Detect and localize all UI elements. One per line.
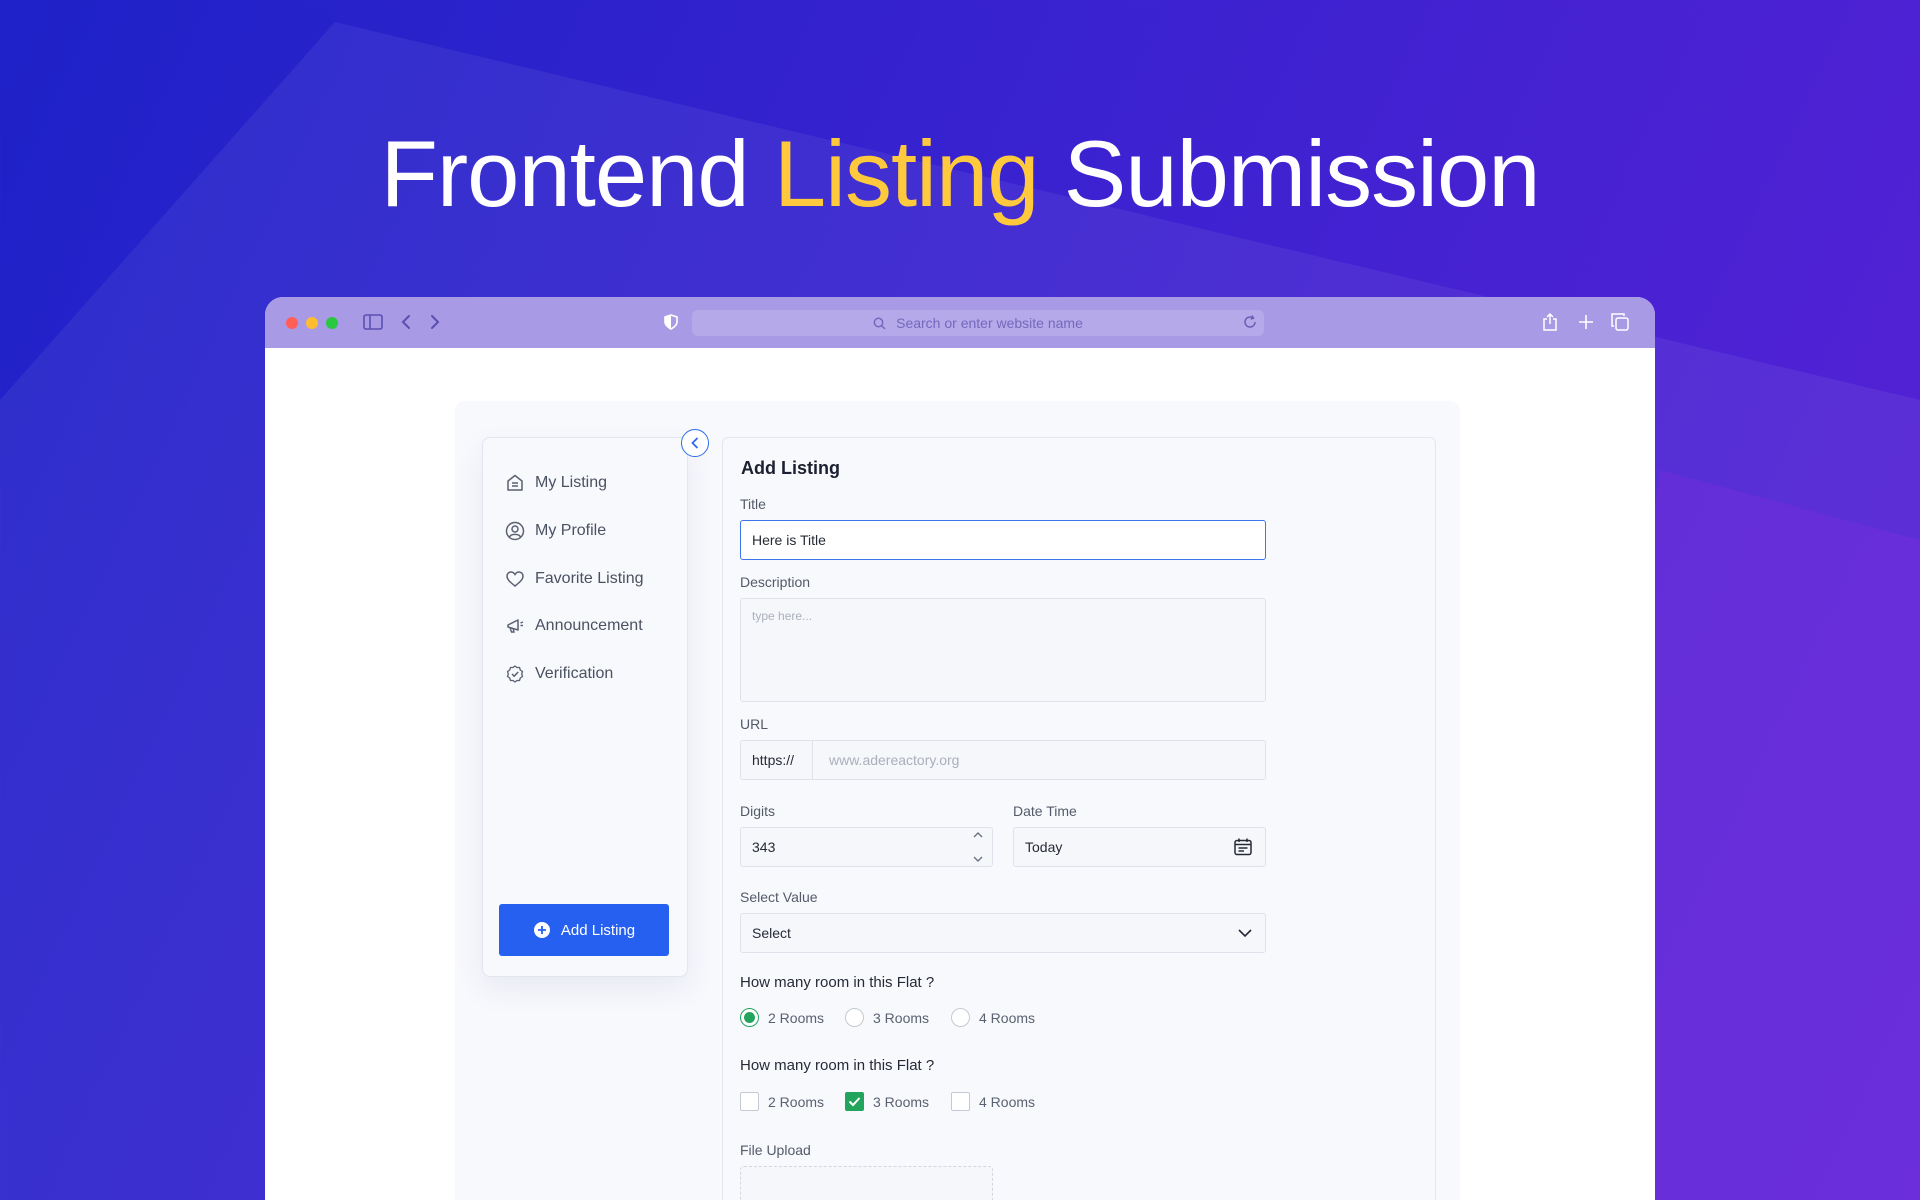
sidebar-item-favorite-listing[interactable]: Favorite Listing	[505, 569, 644, 589]
add-listing-label: Add Listing	[560, 921, 636, 939]
checkbox-label: 4 Rooms	[979, 1093, 1036, 1110]
headline-prefix: Frontend	[380, 121, 749, 226]
page-headline: Frontend Listing Submission	[0, 120, 1920, 228]
datetime-value: Today	[1025, 839, 1063, 855]
radio-label: 2 Rooms	[768, 1009, 825, 1026]
form-title: Add Listing	[741, 458, 840, 478]
headline-suffix: Submission	[1063, 121, 1541, 226]
sidebar: My Listing My Profile Favorite Listing A…	[482, 429, 709, 977]
reload-icon[interactable]	[1242, 314, 1258, 330]
new-tab-icon[interactable]	[1575, 311, 1597, 333]
maximize-window-button[interactable]	[326, 317, 338, 329]
url-prefix: https://	[741, 741, 813, 779]
add-listing-button[interactable]: Add Listing	[499, 904, 669, 956]
search-icon	[873, 317, 886, 330]
file-upload-label: File Upload	[740, 1142, 811, 1158]
file-upload-dropzone[interactable]	[740, 1166, 993, 1200]
radio-label: 3 Rooms	[873, 1009, 930, 1026]
checkbox-option-4-rooms[interactable]: 4 Rooms	[951, 1092, 1035, 1111]
radio-button[interactable]	[845, 1008, 864, 1027]
browser-window: Search or enter website name My Listing …	[265, 297, 1655, 1200]
megaphone-icon	[505, 616, 525, 636]
datetime-label: Date Time	[1013, 803, 1077, 819]
radio-button-selected[interactable]	[740, 1008, 759, 1027]
url-input[interactable]: www.adereactory.org	[829, 741, 959, 779]
checkbox-option-3-rooms[interactable]: 3 Rooms	[845, 1092, 929, 1111]
title-input[interactable]: Here is Title	[740, 520, 1266, 560]
dashboard-panel: My Listing My Profile Favorite Listing A…	[455, 401, 1460, 1200]
description-textarea[interactable]: type here...	[740, 598, 1266, 702]
sidebar-item-my-listing[interactable]: My Listing	[505, 473, 607, 493]
headline-accent: Listing	[773, 121, 1040, 226]
sidebar-item-announcement[interactable]: Announcement	[505, 616, 643, 636]
sidebar-item-my-profile[interactable]: My Profile	[505, 521, 606, 541]
back-icon[interactable]	[395, 311, 417, 333]
calendar-icon[interactable]	[1233, 837, 1253, 857]
radio-option-3-rooms[interactable]: 3 Rooms	[845, 1008, 929, 1027]
checkbox[interactable]	[740, 1092, 759, 1111]
radio-button[interactable]	[951, 1008, 970, 1027]
sidebar-item-label: My Listing	[535, 474, 608, 491]
shield-icon	[660, 311, 682, 333]
close-window-button[interactable]	[286, 317, 298, 329]
radio-option-2-rooms[interactable]: 2 Rooms	[740, 1008, 824, 1027]
sidebar-item-verification[interactable]: Verification	[505, 664, 613, 684]
select-value: Select	[752, 925, 791, 941]
radio-option-4-rooms[interactable]: 4 Rooms	[951, 1008, 1035, 1027]
digits-label: Digits	[740, 803, 776, 819]
url-label: URL	[740, 716, 769, 732]
title-input-value: Here is Title	[752, 532, 826, 548]
checkbox-option-2-rooms[interactable]: 2 Rooms	[740, 1092, 824, 1111]
plus-circle-icon	[533, 921, 551, 939]
share-icon[interactable]	[1539, 311, 1561, 333]
checkbox-checked[interactable]	[845, 1092, 864, 1111]
chevron-left-icon	[691, 437, 698, 449]
description-label: Description	[740, 574, 811, 590]
browser-toolbar: Search or enter website name	[265, 297, 1655, 348]
sidebar-item-label: My Profile	[535, 522, 607, 539]
page-content: My Listing My Profile Favorite Listing A…	[265, 348, 1655, 1200]
description-placeholder: type here...	[752, 609, 813, 623]
sidebar-item-label: Favorite Listing	[535, 570, 644, 587]
check-icon	[848, 1097, 861, 1107]
home-icon	[505, 473, 525, 493]
badge-check-icon	[505, 664, 525, 684]
add-listing-form: Add Listing Title Here is Title Descript…	[722, 437, 1436, 1200]
checkbox-question: How many room in this Flat ?	[740, 1057, 935, 1074]
number-stepper[interactable]	[968, 831, 988, 863]
checkbox-label: 2 Rooms	[768, 1093, 825, 1110]
value-select[interactable]: Select	[740, 913, 1266, 953]
forward-icon[interactable]	[424, 311, 446, 333]
select-label: Select Value	[740, 889, 818, 905]
tab-overview-icon[interactable]	[1609, 311, 1631, 333]
radio-question: How many room in this Flat ?	[740, 974, 935, 991]
datetime-input[interactable]: Today	[1013, 827, 1266, 867]
address-placeholder: Search or enter website name	[896, 315, 1083, 331]
checkbox-label: 3 Rooms	[873, 1093, 930, 1110]
sidebar-item-label: Verification	[535, 665, 614, 682]
sidebar-toggle-icon[interactable]	[362, 311, 384, 333]
chevron-down-icon	[1237, 926, 1253, 940]
url-field[interactable]: https:// www.adereactory.org	[740, 740, 1266, 780]
minimize-window-button[interactable]	[306, 317, 318, 329]
sidebar-item-label: Announcement	[535, 617, 643, 634]
chevron-down-icon[interactable]	[972, 855, 984, 863]
checkbox[interactable]	[951, 1092, 970, 1111]
chevron-up-icon[interactable]	[972, 831, 984, 839]
radio-label: 4 Rooms	[979, 1009, 1036, 1026]
collapse-sidebar-button[interactable]	[681, 429, 709, 457]
address-bar[interactable]: Search or enter website name	[692, 310, 1264, 336]
digits-input[interactable]: 343	[740, 827, 993, 867]
title-label: Title	[740, 496, 766, 512]
digits-value: 343	[752, 839, 776, 855]
heart-icon	[505, 569, 525, 589]
user-circle-icon	[505, 521, 525, 541]
